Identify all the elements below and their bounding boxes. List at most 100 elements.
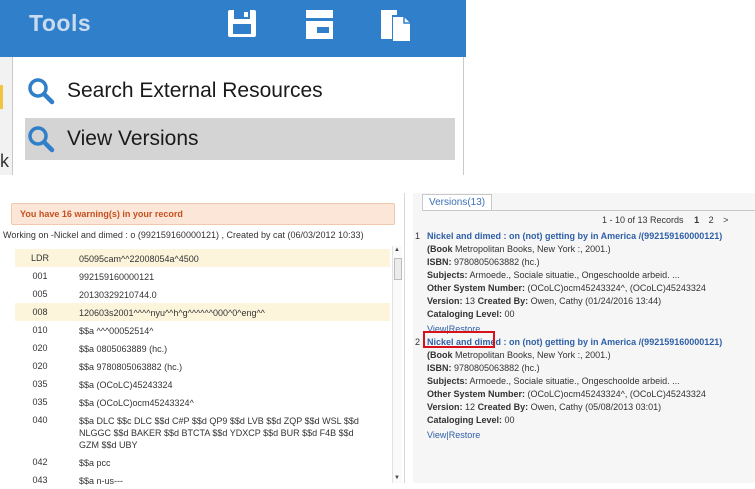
restore-link[interactable]: Restore — [449, 430, 481, 440]
created-by-label: Created By: — [477, 402, 529, 412]
book-value: Metropolitan Books, New York :, 2001.) — [455, 244, 611, 254]
marc-row[interactable]: 008 120603s2001^^^^nyu^^h^g^^^^^^000^0^e… — [15, 303, 390, 321]
isbn-label: ISBN: — [427, 257, 452, 267]
marc-row[interactable]: 040 $$a DLC $$c DLC $$d C#P $$d QP9 $$d … — [15, 411, 390, 453]
marc-field-list: LDR 05095cam^^22008054a^4500 001 9921591… — [15, 249, 390, 489]
other-system-number-value: (OCoLC)ocm45243324^, (OCoLC)45243324 — [527, 283, 706, 293]
marc-tag: 040 — [32, 415, 48, 425]
marc-value: $$a 0805063889 (hc.) — [79, 344, 168, 354]
tools-title[interactable]: Tools — [29, 10, 91, 37]
subjects-value: Armoede., Sociale situatie., Ongeschoold… — [469, 376, 680, 386]
marc-value: 20130329210744.0 — [79, 290, 157, 300]
search-icon — [28, 78, 55, 105]
menu-item-label: View Versions — [67, 127, 199, 150]
version-label: Version: — [427, 296, 463, 306]
tab-divider — [422, 210, 755, 211]
marc-row[interactable]: 020 $$a 9780805063882 (hc.) — [15, 357, 390, 375]
view-link[interactable]: View — [427, 430, 446, 440]
background-text-fragment: k — [0, 151, 9, 171]
created-by-label: Created By: — [477, 296, 529, 306]
cataloging-level-value: 00 — [504, 309, 515, 319]
marc-tag: 020 — [32, 343, 48, 353]
marc-tag: 001 — [32, 271, 48, 281]
pager-current-page: 1 — [694, 215, 700, 225]
marc-value: $$a 9780805063882 (hc.) — [79, 362, 183, 372]
marc-row[interactable]: 001 992159160000121 — [15, 267, 390, 285]
scroll-down-icon[interactable]: ▼ — [394, 475, 400, 481]
marc-value: 05095cam^^22008054a^4500 — [79, 254, 199, 264]
scrollbar-thumb[interactable] — [394, 258, 402, 280]
other-system-number-value: (OCoLC)ocm45243324^, (OCoLC)45243324 — [527, 389, 706, 399]
subjects-label: Subjects: — [427, 376, 468, 386]
marc-tag: 005 — [32, 289, 48, 299]
tools-toolbar: Tools — [0, 0, 466, 57]
marc-value: $$a DLC $$c DLC $$d C#P $$d QP9 $$d LVB … — [79, 416, 359, 450]
pager-range: 1 - 10 of 13 Records — [602, 215, 684, 225]
version-item: 2 Nickel and dimed : on (not) getting by… — [415, 336, 755, 442]
marc-value: $$a pcc — [79, 458, 111, 468]
marc-tag: LDR — [30, 253, 49, 263]
version-label: Version: — [427, 402, 463, 412]
marc-row[interactable]: 043 $$a n-us--- — [15, 471, 390, 489]
tools-dropdown-menu: Search External Resources View Versions — [12, 57, 464, 175]
version-title[interactable]: Nickel and dimed : on (not) getting by i… — [427, 231, 722, 241]
subjects-value: Armoede., Sociale situatie., Ongeschoold… — [469, 270, 680, 280]
scroll-up-icon[interactable]: ▲ — [394, 247, 400, 253]
marc-row[interactable]: 035 $$a (OCoLC)45243324 — [15, 375, 390, 393]
isbn-value: 9780805063882 (hc.) — [454, 363, 540, 373]
marc-value: $$a n-us--- — [79, 476, 124, 486]
other-system-number-label: Other System Number: — [427, 283, 526, 293]
book-value: Metropolitan Books, New York :, 2001.) — [455, 350, 611, 360]
search-icon — [28, 126, 55, 153]
marc-value: $$a (OCoLC)ocm45243324^ — [79, 398, 194, 408]
menu-item-view-versions[interactable]: View Versions — [25, 118, 455, 160]
record-scrollbar[interactable]: ▲ ▼ — [392, 246, 402, 483]
marc-row[interactable]: LDR 05095cam^^22008054a^4500 — [15, 249, 390, 267]
marc-tag: 043 — [32, 475, 48, 485]
marc-row[interactable]: 042 $$a pcc — [15, 453, 390, 471]
menu-item-search-external-resources[interactable]: Search External Resources — [25, 70, 455, 112]
marc-tag: 035 — [32, 379, 48, 389]
panel-icon[interactable] — [304, 9, 336, 46]
created-by-value: Owen, Cathy (01/24/2016 13:44) — [530, 296, 662, 306]
marc-value: 120603s2001^^^^nyu^^h^g^^^^^^000^0^eng^^ — [79, 308, 265, 318]
version-number: 1 — [415, 231, 421, 241]
menu-item-label: Search External Resources — [67, 79, 323, 102]
created-by-value: Owen, Cathy (05/08/2013 03:01) — [530, 402, 662, 412]
cataloging-level-label: Cataloging Level: — [427, 415, 503, 425]
book-label: (Book — [427, 350, 453, 360]
background-page: k — [0, 57, 12, 175]
marc-tag: 020 — [32, 361, 48, 371]
background-marker — [0, 85, 3, 109]
version-value: 13 — [465, 296, 476, 306]
pager-next-icon[interactable]: > — [723, 215, 728, 225]
other-system-number-label: Other System Number: — [427, 389, 526, 399]
marc-tag: 042 — [32, 457, 48, 467]
marc-row[interactable]: 010 $$a ^^^00052514^ — [15, 321, 390, 339]
marc-tag: 010 — [32, 325, 48, 335]
copy-icon[interactable] — [379, 9, 413, 48]
subjects-label: Subjects: — [427, 270, 468, 280]
marc-value: 992159160000121 — [79, 272, 155, 282]
pager: 1 - 10 of 13 Records 1 2 > — [602, 215, 728, 225]
version-value: 12 — [465, 402, 476, 412]
marc-row[interactable]: 005 20130329210744.0 — [15, 285, 390, 303]
isbn-value: 9780805063882 (hc.) — [454, 257, 540, 267]
working-on-text: Working on -Nickel and dimed : o (992159… — [3, 230, 364, 240]
marc-tag: 035 — [32, 397, 48, 407]
cataloging-level-label: Cataloging Level: — [427, 309, 503, 319]
pager-page-link[interactable]: 2 — [709, 215, 714, 225]
marc-value: $$a (OCoLC)45243324 — [79, 380, 173, 390]
view-restore-highlight — [423, 331, 495, 348]
tab-versions[interactable]: Versions(13) — [422, 194, 493, 210]
marc-value: $$a ^^^00052514^ — [79, 326, 154, 336]
record-panel: You have 16 warning(s) in your record Wo… — [0, 193, 405, 486]
marc-row[interactable]: 035 $$a (OCoLC)ocm45243324^ — [15, 393, 390, 411]
save-icon[interactable] — [226, 9, 260, 44]
isbn-label: ISBN: — [427, 363, 452, 373]
version-item: 1 Nickel and dimed : on (not) getting by… — [415, 230, 755, 336]
marc-tag: 008 — [32, 307, 48, 317]
warning-banner[interactable]: You have 16 warning(s) in your record — [11, 203, 395, 225]
marc-row[interactable]: 020 $$a 0805063889 (hc.) — [15, 339, 390, 357]
cataloging-level-value: 00 — [504, 415, 515, 425]
